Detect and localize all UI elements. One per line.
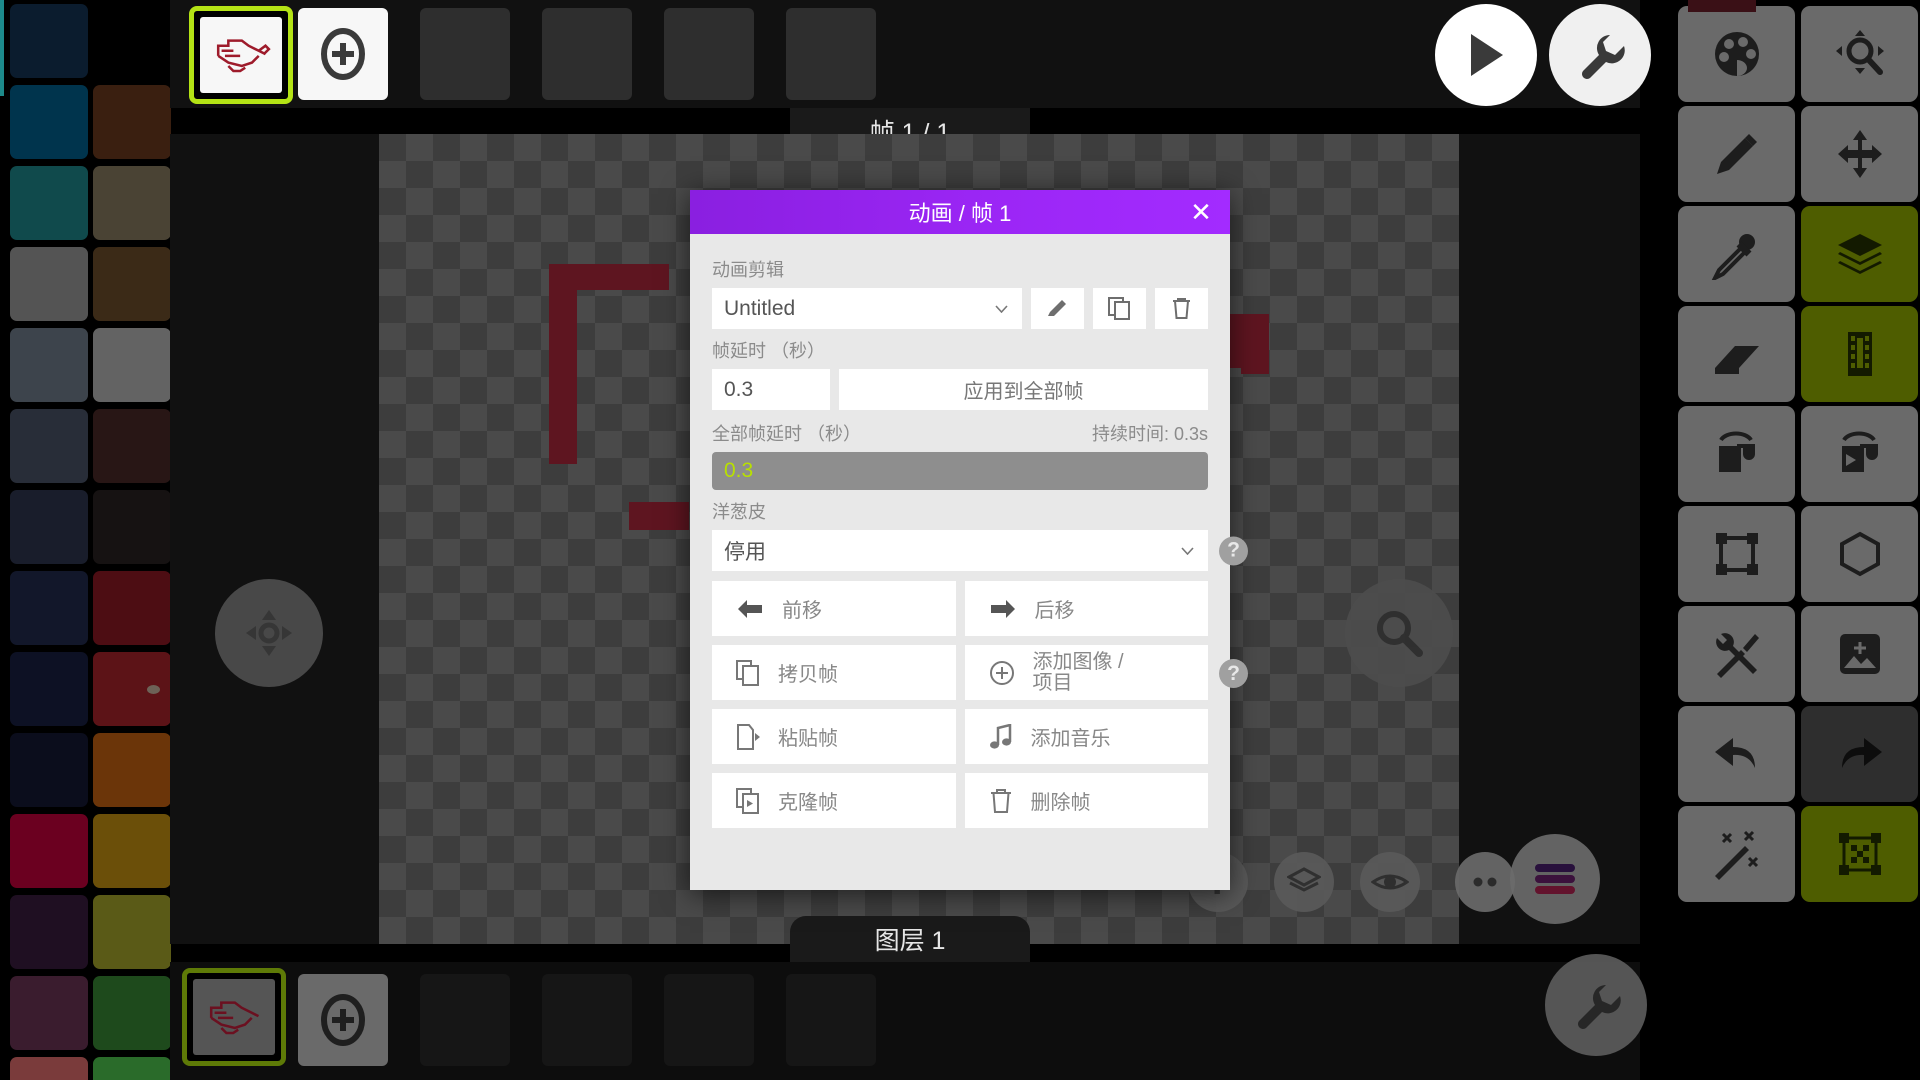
frame-delay-input[interactable]: 0.3 [712,369,830,410]
trash-icon [990,788,1011,813]
frame-delay-label: 帧延时 （秒） [712,341,826,361]
plus-circle-icon [989,660,1014,685]
clone-frame-icon [736,787,759,814]
animation-frame-dialog: 动画 / 帧 1 ✕ 动画剪辑 Untitled 帧延时 （秒） 0.3 应用到… [690,190,1248,890]
dialog-title: 动画 / 帧 1 [908,201,1012,226]
chevron-down-icon [995,304,1008,313]
copy-frame-button[interactable]: 拷贝帧 [712,645,956,700]
clone-frame-button[interactable]: 克隆帧 [712,773,956,828]
onion-skin-select[interactable]: 停用 [712,530,1208,571]
button-label: 后移 [1034,600,1075,622]
chevron-down-icon [1181,546,1194,555]
onion-skin-value: 停用 [724,540,766,564]
paste-frame-icon [737,723,760,750]
onion-skin-label: 洋葱皮 [712,502,766,522]
all-delay-label: 全部帧延时 （秒） [712,424,862,444]
music-note-icon [989,723,1011,749]
dialog-overlay: 动画 / 帧 1 ✕ 动画剪辑 Untitled 帧延时 （秒） 0.3 应用到… [0,0,1920,1080]
button-label: 前移 [782,600,822,622]
all-delay-value: 0.3 [724,459,754,482]
all-delay-slider[interactable]: 0.3 [712,452,1208,490]
add-image-item-button[interactable]: 添加图像 / 项目 [964,645,1208,700]
copy-icon [1108,297,1130,320]
button-label: 克隆帧 [778,792,838,814]
delete-clip-button[interactable] [1155,288,1208,329]
move-backward-button[interactable]: 后移 [964,581,1208,636]
clip-label: 动画剪辑 [712,260,784,280]
arrow-right-icon [990,599,1015,618]
button-label: 添加图像 / 项目 [1032,650,1124,694]
paste-frame-button[interactable]: 粘贴帧 [712,709,956,764]
add-music-button[interactable]: 添加音乐 [964,709,1208,764]
pencil-icon [1048,300,1066,316]
button-label: 拷贝帧 [778,664,838,686]
clip-select-value: Untitled [724,296,796,320]
apply-all-frames-button[interactable]: 应用到全部帧 [839,369,1208,410]
move-forward-button[interactable]: 前移 [712,581,956,636]
copy-clip-button[interactable] [1093,288,1146,329]
button-label: 删除帧 [1030,792,1091,814]
button-label: 添加音乐 [1030,728,1111,750]
button-label: 粘贴帧 [778,728,838,750]
arrow-left-icon [738,599,762,618]
delete-frame-button[interactable]: 删除帧 [964,773,1208,828]
edit-clip-button[interactable] [1031,288,1084,329]
onion-help-button[interactable]: ? [1219,536,1248,565]
add-image-help-button[interactable]: ? [1219,659,1248,688]
trash-icon [1173,298,1190,319]
dialog-action-grid: 前移 后移 拷贝帧 添加图像 / 项目 ? 粘贴帧 添加音乐 克隆帧 删除帧 [712,581,1248,828]
copy-frame-icon [736,659,759,686]
duration-readout: 持续时间: 0.3s [1091,424,1208,444]
close-icon[interactable]: ✕ [1186,197,1216,227]
dialog-titlebar: 动画 / 帧 1 ✕ [690,190,1230,234]
clip-select[interactable]: Untitled [712,288,1022,329]
